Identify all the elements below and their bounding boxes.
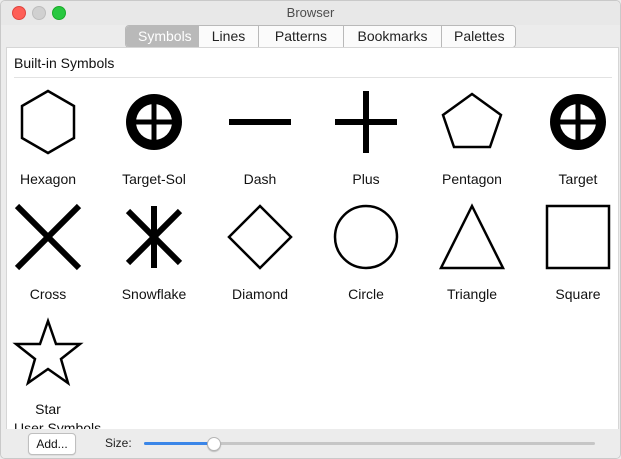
symbols-panel: Built-in Symbols Hexagon Target-Sol Dash: [6, 47, 619, 430]
plus-icon: [335, 91, 397, 153]
symbol-target[interactable]: Target: [525, 84, 618, 194]
symbol-label: Target: [558, 171, 598, 187]
pentagon-icon: [441, 92, 503, 149]
bottom-bar: Add... Size:: [1, 429, 620, 458]
symbol-dash[interactable]: Dash: [207, 84, 313, 194]
symbol-label: Target-Sol: [122, 171, 186, 187]
target-solid-icon: [126, 94, 182, 150]
symbol-label: Square: [555, 286, 601, 302]
square-icon: [545, 204, 611, 270]
symbol-label: Hexagon: [19, 171, 77, 187]
symbol-hexagon[interactable]: Hexagon: [7, 84, 101, 194]
symbol-label: Circle: [348, 286, 384, 302]
tab-patterns[interactable]: Patterns: [258, 26, 343, 47]
symbol-diamond[interactable]: Diamond: [207, 199, 313, 309]
symbol-label: Cross: [29, 286, 67, 302]
tab-bar: Symbols Lines Patterns Bookmarks Palette…: [125, 25, 516, 48]
symbol-square[interactable]: Square: [525, 199, 618, 309]
title-bar: Browser: [1, 1, 620, 25]
symbol-cross[interactable]: Cross: [7, 199, 101, 309]
browser-window: Browser Symbols Lines Patterns Bookmarks…: [0, 0, 621, 459]
tab-symbols[interactable]: Symbols: [126, 26, 198, 47]
cross-icon: [14, 203, 82, 271]
window-title: Browser: [286, 5, 335, 20]
symbol-plus[interactable]: Plus: [313, 84, 419, 194]
triangle-icon: [438, 203, 506, 270]
symbol-label: Pentagon: [442, 171, 502, 187]
symbol-star[interactable]: Star: [7, 314, 101, 424]
dash-icon: [229, 119, 291, 125]
target-icon: [550, 94, 606, 150]
symbol-target-solid[interactable]: Target-Sol: [101, 84, 207, 194]
tab-bookmarks[interactable]: Bookmarks: [343, 26, 441, 47]
symbol-pentagon[interactable]: Pentagon: [419, 84, 525, 194]
symbol-circle[interactable]: Circle: [313, 199, 419, 309]
symbol-snowflake[interactable]: Snowflake: [101, 199, 207, 309]
symbol-label: Triangle: [446, 286, 498, 302]
star-icon: [12, 317, 84, 387]
size-label: Size:: [105, 436, 132, 450]
tab-palettes[interactable]: Palettes: [441, 26, 515, 47]
diamond-icon: [227, 204, 293, 270]
circle-icon: [333, 204, 399, 270]
add-button[interactable]: Add...: [28, 433, 76, 455]
builtin-section-title: Built-in Symbols: [14, 55, 115, 71]
size-slider-fill: [144, 442, 214, 445]
symbol-label: Plus: [352, 171, 380, 187]
snowflake-icon: [125, 206, 183, 268]
section-divider: [14, 77, 612, 78]
hexagon-icon: [20, 89, 76, 155]
tab-lines[interactable]: Lines: [198, 26, 258, 47]
symbol-label: Dash: [243, 171, 277, 187]
size-slider-knob[interactable]: [207, 437, 221, 451]
size-slider[interactable]: [144, 437, 595, 451]
symbol-label: Snowflake: [121, 286, 187, 302]
symbol-label: Diamond: [231, 286, 289, 302]
symbol-triangle[interactable]: Triangle: [419, 199, 525, 309]
symbol-label: Star: [35, 401, 61, 417]
